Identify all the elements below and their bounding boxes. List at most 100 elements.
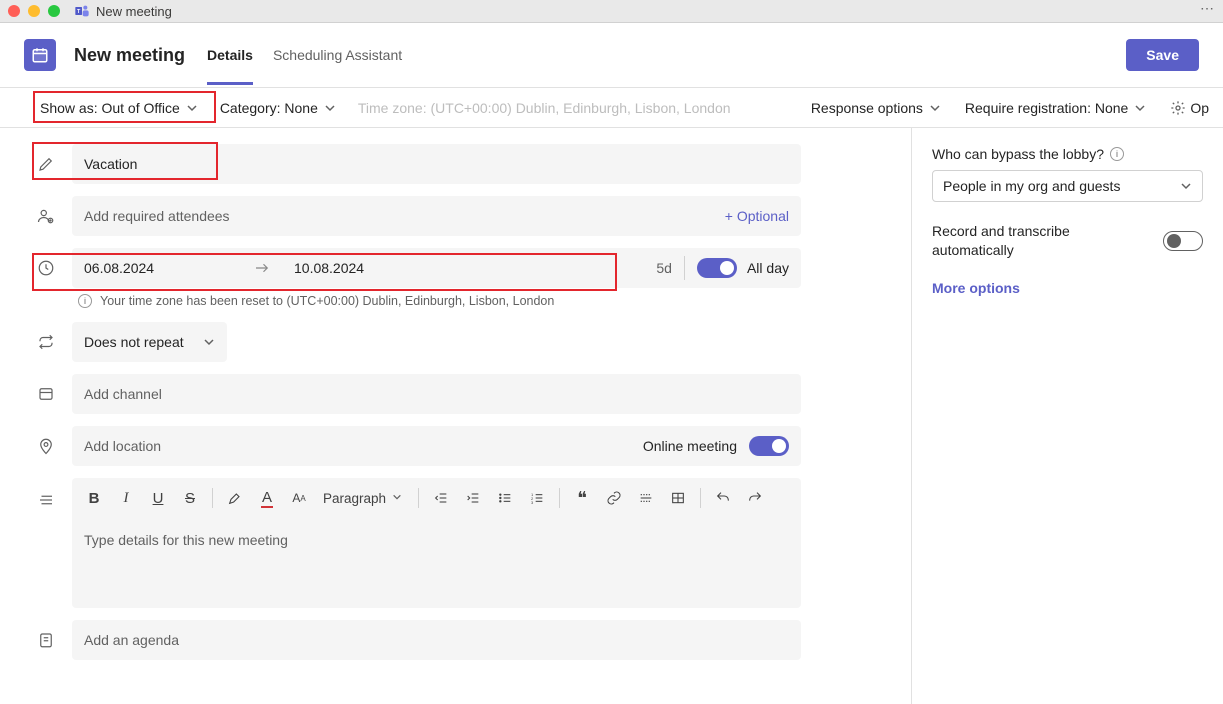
page-header: New meeting Details Scheduling Assistant… [0,23,1223,88]
timezone-display: Time zone: (UTC+00:00) Dublin, Edinburgh… [358,100,731,116]
info-icon: i [78,294,92,308]
people-icon [36,206,56,226]
indent-button[interactable] [459,484,487,512]
more-options-cut[interactable]: Op [1170,100,1209,116]
require-registration-label: Require registration: None [965,100,1128,116]
location-icon [36,436,56,456]
chevron-down-icon [1134,102,1146,114]
description-icon [36,490,56,510]
repeat-icon [36,332,56,352]
close-window-icon[interactable] [8,5,20,17]
channel-placeholder: Add channel [84,386,162,402]
show-as-label: Show as: Out of Office [40,100,180,116]
window-titlebar: T New meeting ⋯ [0,0,1223,23]
response-options-dropdown[interactable]: Response options [811,100,941,116]
minimize-window-icon[interactable] [28,5,40,17]
save-button[interactable]: Save [1126,39,1199,71]
record-transcribe-label: Record and transcribe automatically [932,222,1147,260]
timezone-info-text: Your time zone has been reset to (UTC+00… [100,294,554,308]
font-color-button[interactable]: A [253,484,281,512]
calendar-app-icon [24,39,56,71]
category-dropdown[interactable]: Category: None [220,100,336,116]
tab-details[interactable]: Details [207,25,253,85]
record-transcribe-toggle[interactable] [1163,231,1203,251]
outdent-button[interactable] [427,484,455,512]
strikethrough-button[interactable]: S [176,484,204,512]
online-meeting-toggle[interactable] [749,436,789,456]
undo-button[interactable] [709,484,737,512]
teams-app-icon: T [74,3,90,19]
bold-button[interactable]: B [80,484,108,512]
editor-toolbar: B I U S A AA Paragraph 123 [72,478,801,518]
date-time-field: 06.08.2024 10.08.2024 5d All day [72,248,801,288]
show-as-dropdown[interactable]: Show as: Out of Office [40,100,198,116]
attendees-placeholder: Add required attendees [84,208,230,224]
duration-label: 5d [644,260,684,276]
table-button[interactable] [664,484,692,512]
font-size-button[interactable]: AA [285,484,313,512]
italic-button[interactable]: I [112,484,140,512]
agenda-input[interactable]: Add an agenda [72,620,801,660]
response-options-label: Response options [811,100,923,116]
arrow-right-icon [242,259,282,277]
agenda-icon [36,630,56,650]
clock-icon [36,258,56,278]
pencil-icon [36,154,56,174]
maximize-window-icon[interactable] [48,5,60,17]
paragraph-dropdown[interactable]: Paragraph [317,491,410,506]
gear-icon [1170,100,1186,116]
meeting-options-panel: Who can bypass the lobby? i People in my… [911,128,1223,704]
chevron-down-icon [1180,180,1192,192]
underline-button[interactable]: U [144,484,172,512]
chevron-down-icon [392,492,404,504]
meeting-options-bar: Show as: Out of Office Category: None Ti… [0,88,1223,128]
header-tabs: Details Scheduling Assistant [207,25,402,85]
window-more-icon[interactable]: ⋯ [1200,0,1215,17]
location-input[interactable]: Add location Online meeting [72,426,801,466]
chevron-down-icon [929,102,941,114]
channel-icon [36,384,56,404]
chevron-down-icon [324,102,336,114]
numbered-list-button[interactable]: 123 [523,484,551,512]
quote-button[interactable]: ❝ [568,484,596,512]
require-registration-dropdown[interactable]: Require registration: None [965,100,1146,116]
link-button[interactable] [600,484,628,512]
start-date-input[interactable]: 06.08.2024 [72,260,242,276]
optional-attendees-link[interactable]: + Optional [725,208,789,224]
window-title: New meeting [96,4,172,19]
bullet-list-button[interactable] [491,484,519,512]
bypass-lobby-value: People in my org and guests [943,178,1120,194]
description-textarea[interactable]: Type details for this new meeting [72,518,801,608]
end-date-input[interactable]: 10.08.2024 [282,260,452,276]
description-placeholder: Type details for this new meeting [84,532,288,548]
meeting-form: Vacation Add required attendees + Option… [0,128,911,704]
recurrence-dropdown[interactable]: Does not repeat [72,322,227,362]
all-day-toggle[interactable] [697,258,737,278]
info-icon[interactable]: i [1110,147,1124,161]
options-cut-label: Op [1190,100,1209,116]
hr-button[interactable] [632,484,660,512]
more-options-link[interactable]: More options [932,280,1203,296]
highlight-button[interactable] [221,484,249,512]
description-editor: B I U S A AA Paragraph 123 [72,478,801,608]
svg-text:3: 3 [531,500,534,505]
meeting-title-value: Vacation [84,156,137,172]
bypass-lobby-dropdown[interactable]: People in my org and guests [932,170,1203,202]
agenda-placeholder: Add an agenda [84,632,179,648]
chevron-down-icon [203,336,215,348]
chevron-down-icon [186,102,198,114]
bypass-lobby-label: Who can bypass the lobby? i [932,146,1203,162]
recurrence-value: Does not repeat [84,334,184,350]
meeting-title-input[interactable]: Vacation [72,144,801,184]
channel-input[interactable]: Add channel [72,374,801,414]
window-controls [8,5,60,17]
timezone-label: Time zone: (UTC+00:00) Dublin, Edinburgh… [358,100,731,116]
online-meeting-label: Online meeting [643,438,737,454]
location-placeholder: Add location [84,438,161,454]
attendees-input[interactable]: Add required attendees + Optional [72,196,801,236]
redo-button[interactable] [741,484,769,512]
timezone-info: i Your time zone has been reset to (UTC+… [36,294,801,308]
tab-scheduling-assistant[interactable]: Scheduling Assistant [273,25,402,85]
all-day-label: All day [747,260,789,276]
category-label: Category: None [220,100,318,116]
